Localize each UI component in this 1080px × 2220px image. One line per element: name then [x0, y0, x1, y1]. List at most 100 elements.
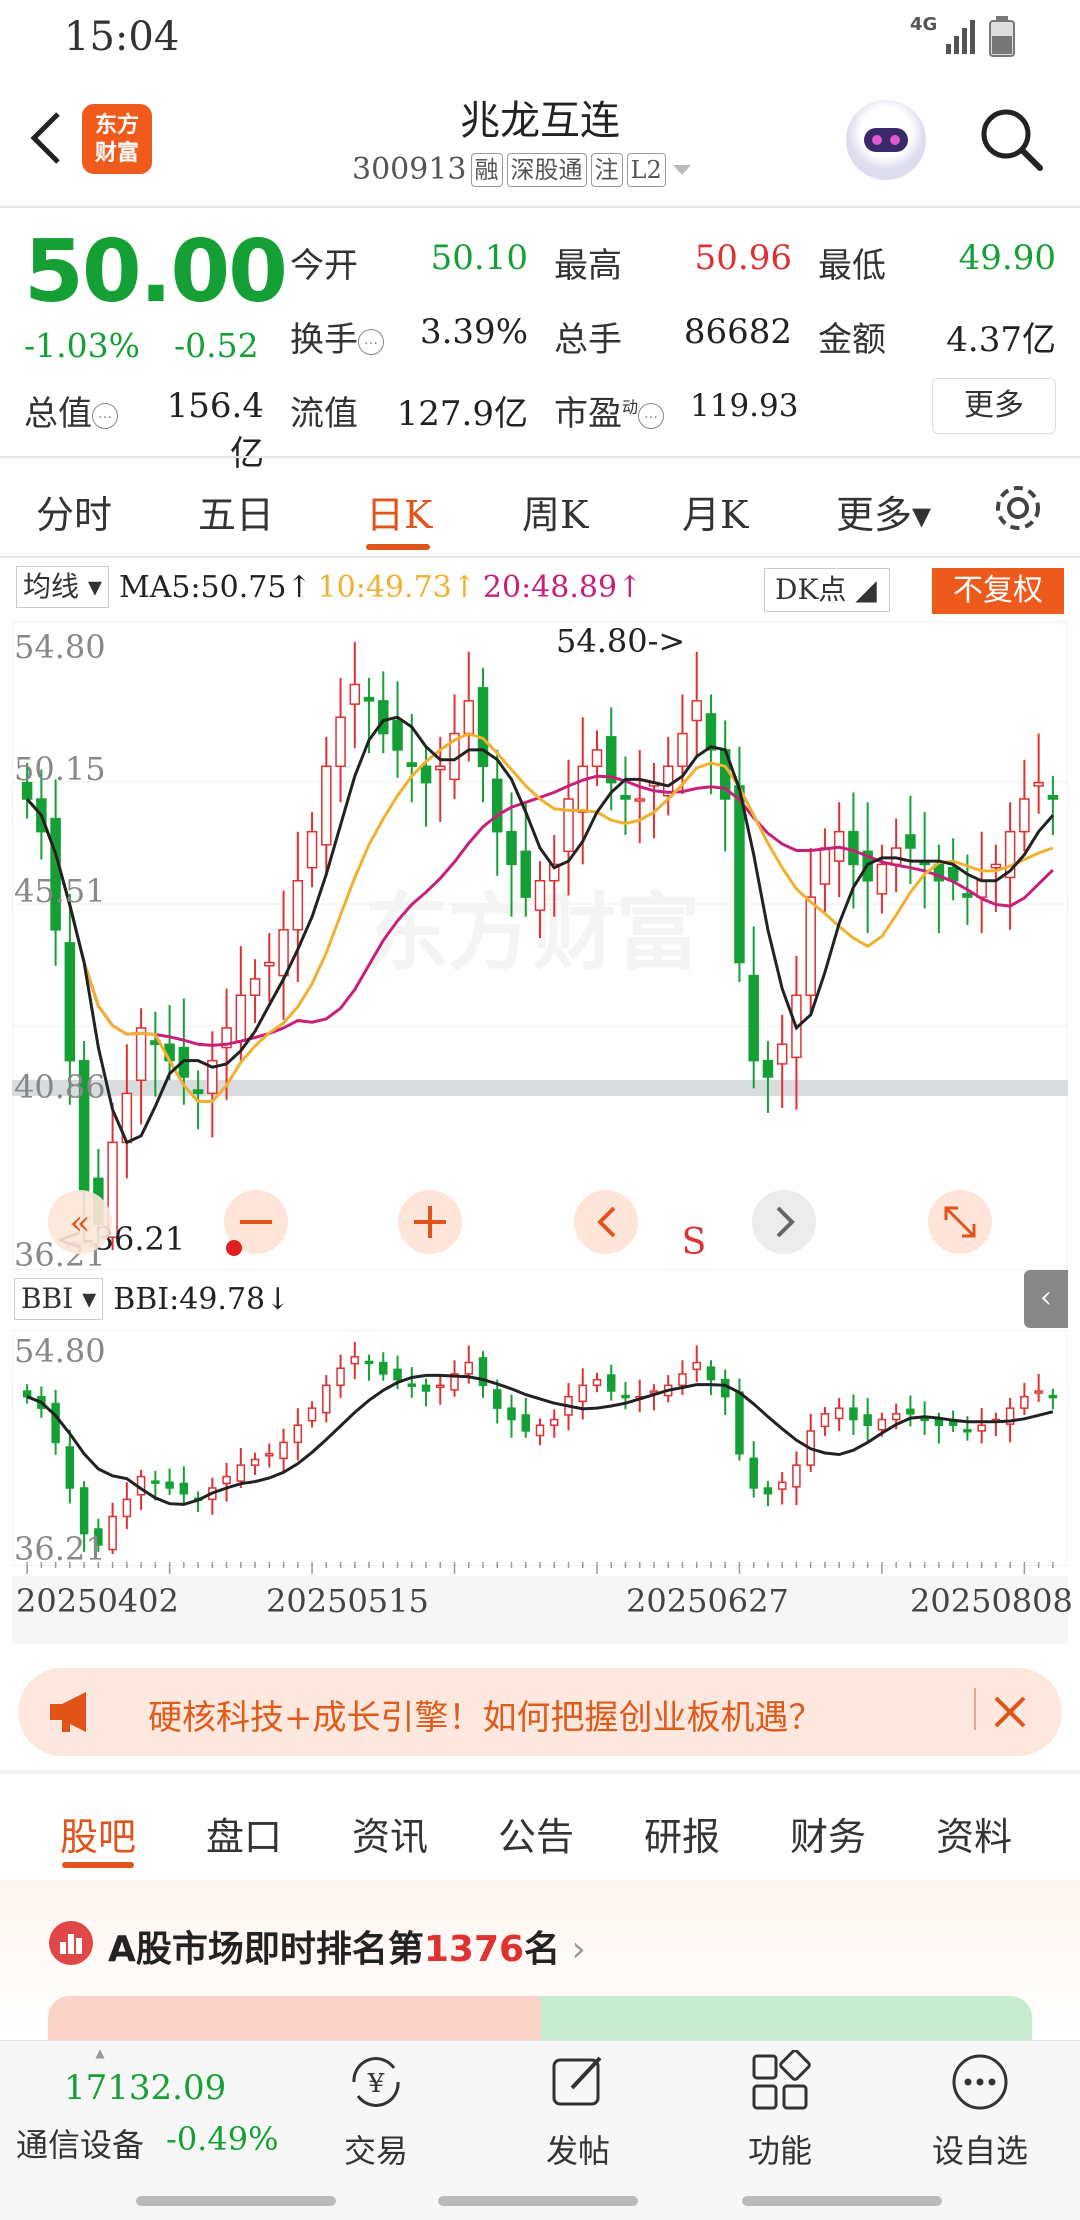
- zoom-in-button[interactable]: [398, 1190, 462, 1254]
- mktcap-label: 总值…: [24, 386, 118, 435]
- candle: [678, 1373, 687, 1387]
- candle: [165, 1481, 174, 1489]
- more-quote-button[interactable]: 更多: [932, 378, 1056, 434]
- date-label: 20250402: [16, 1582, 179, 1620]
- battery-icon: [989, 16, 1015, 57]
- tab-profile[interactable]: 资料: [936, 1806, 1012, 1861]
- candle: [848, 830, 859, 866]
- kline-chart[interactable]: 东方财富 54.80 50.15 45.51 40.86 36.21 54.80…: [12, 622, 1068, 1270]
- tab-month-k[interactable]: 月K: [682, 484, 748, 539]
- ma-selector[interactable]: 均线 ▾: [16, 566, 109, 608]
- scroll-right-button[interactable]: [752, 1190, 816, 1254]
- bbi-chart[interactable]: 54.80 36.21: [12, 1330, 1068, 1566]
- candle: [477, 687, 489, 768]
- candle: [677, 732, 688, 768]
- rank-suffix: 名: [524, 1929, 561, 1970]
- high-value: 50.96: [694, 238, 792, 278]
- tab-guba[interactable]: 股吧: [60, 1806, 136, 1861]
- bbi-selector[interactable]: BBI ▾: [14, 1278, 104, 1320]
- candle: [762, 1059, 774, 1078]
- candle: [606, 1374, 616, 1392]
- collapse-panel-button[interactable]: ‹: [1024, 1270, 1068, 1328]
- volume-value: 86682: [683, 312, 792, 352]
- index-name[interactable]: 通信设备: [16, 2120, 144, 2166]
- more-dots-icon[interactable]: [948, 2050, 1012, 2114]
- candle: [863, 1414, 872, 1426]
- index-ticker[interactable]: ▲: [0, 2046, 200, 2060]
- candle: [336, 1367, 345, 1387]
- amount-value: 4.37亿: [946, 320, 1056, 360]
- info-icon[interactable]: …: [638, 403, 665, 429]
- candle: [1033, 781, 1044, 787]
- index-value[interactable]: 17132.09: [64, 2068, 226, 2108]
- dk-point-button[interactable]: DK点 ◢: [764, 568, 890, 612]
- fullscreen-button[interactable]: [928, 1190, 992, 1254]
- candle: [292, 880, 304, 931]
- candle: [379, 1361, 388, 1375]
- candle: [776, 1043, 788, 1065]
- close-icon[interactable]: [990, 1692, 1030, 1732]
- info-icon[interactable]: …: [358, 329, 384, 355]
- candle: [250, 1458, 260, 1466]
- candle: [521, 1414, 531, 1432]
- robot-assistant-avatar[interactable]: [846, 100, 926, 180]
- candle: [192, 1089, 204, 1095]
- adjust-button[interactable]: 不复权: [932, 568, 1064, 614]
- settings-gear-icon[interactable]: [990, 480, 1046, 536]
- search-icon[interactable]: [976, 104, 1046, 174]
- tab-week-k[interactable]: 周K: [522, 484, 588, 539]
- nav-post-label[interactable]: 发帖: [508, 2126, 648, 2172]
- y-tick-4: 40.86: [14, 1068, 106, 1106]
- tab-more[interactable]: 更多▾: [836, 484, 931, 539]
- tab-financials[interactable]: 财务: [790, 1806, 866, 1861]
- tab-five-day[interactable]: 五日: [198, 484, 274, 539]
- candle: [877, 1418, 887, 1431]
- megaphone-icon: [50, 1692, 86, 1732]
- pe-value: 119.93: [690, 388, 799, 424]
- post-icon[interactable]: [546, 2050, 610, 2114]
- banner-text[interactable]: 硬核科技+成长引擎！如何把握创业板机遇？: [148, 1690, 823, 1739]
- caret-up-icon: ▲: [95, 2046, 105, 2060]
- nav-trade-label[interactable]: 交易: [306, 2126, 446, 2172]
- nav-add-watchlist-label[interactable]: 设自选: [910, 2126, 1050, 2172]
- tab-order-book[interactable]: 盘口: [206, 1806, 282, 1861]
- info-icon[interactable]: …: [92, 403, 118, 429]
- candle: [179, 1482, 189, 1495]
- rank-text[interactable]: A股市场即时排名第1376名 ›: [108, 1920, 586, 1972]
- candle: [691, 700, 702, 722]
- candle: [420, 765, 432, 784]
- divider: [974, 1688, 976, 1730]
- tab-news[interactable]: 资讯: [352, 1806, 428, 1861]
- candle: [876, 863, 888, 895]
- candle: [335, 716, 346, 768]
- gesture-bar: [742, 2196, 942, 2206]
- change-amount: -0.52: [174, 326, 259, 365]
- candle: [563, 798, 574, 853]
- functions-grid-icon[interactable]: [748, 2050, 812, 2114]
- date-label: 20250627: [626, 1582, 789, 1620]
- tag-shenzhen-connect: 深股通: [506, 152, 587, 187]
- scroll-left-fast-button[interactable]: «: [48, 1190, 112, 1254]
- trade-icon[interactable]: ¥: [344, 2050, 408, 2114]
- candle: [634, 798, 645, 802]
- tab-intraday[interactable]: 分时: [36, 484, 112, 539]
- index-change[interactable]: -0.49%: [166, 2120, 278, 2158]
- stock-code-line[interactable]: 300913 融 深股通 注 L2: [352, 152, 694, 187]
- candle: [307, 1407, 317, 1422]
- price-band: [12, 1080, 1068, 1096]
- turnover-value: 3.39%: [419, 312, 528, 352]
- candle: [520, 850, 532, 898]
- candle: [464, 1361, 474, 1375]
- tab-announcements[interactable]: 公告: [498, 1806, 574, 1861]
- tab-day-k[interactable]: 日K: [366, 484, 432, 539]
- nav-functions-label[interactable]: 功能: [710, 2126, 850, 2172]
- candle: [22, 1390, 32, 1398]
- bbi-y-min: 36.21: [14, 1530, 106, 1566]
- scroll-left-button[interactable]: [574, 1190, 638, 1254]
- bbi-y-max: 54.80: [14, 1332, 106, 1370]
- candle: [407, 1383, 417, 1387]
- candle: [1048, 1394, 1058, 1399]
- tab-research[interactable]: 研报: [644, 1806, 720, 1861]
- candle: [135, 1027, 147, 1082]
- candle: [51, 1402, 60, 1444]
